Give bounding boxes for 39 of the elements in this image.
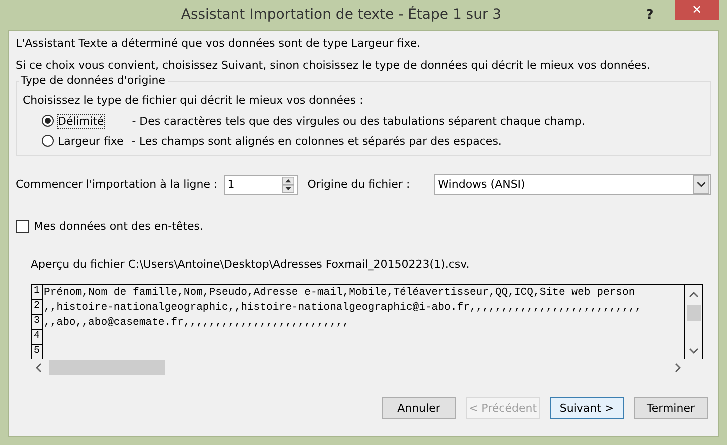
radio-button[interactable]	[42, 135, 54, 147]
window-title: Assistant Importation de texte - Étape 1 sur 3	[180, 7, 503, 23]
dropdown-caret-icon[interactable]	[693, 175, 710, 194]
group-title: Type de données d'origine	[19, 74, 168, 88]
scroll-right-icon[interactable]	[674, 362, 682, 372]
preview-label: Aperçu du fichier C:\Users\Antoine\Desktop\Adresses Foxmail_20150223(1).csv.	[31, 258, 471, 271]
help-button[interactable]: ?	[635, 8, 665, 22]
dialog-button[interactable]: Suivant >	[550, 397, 624, 419]
line-number: 3	[32, 315, 43, 330]
preview-line: Prénom,Nom de famille,Nom,Pseudo,Adresse e-mail,Mobile,Téléavertisseur,QQ,ICQ,Site web person	[43, 286, 636, 298]
scroll-left-icon[interactable]	[35, 362, 43, 372]
option-description: - Les champs sont alignés en colonnes et séparés par des espaces.	[132, 134, 502, 148]
option-description: - Des caractères tels que des virgules ou des tabulations séparent chaque champ.	[132, 114, 586, 128]
origin-label: Origine du fichier :	[308, 178, 410, 191]
group-prompt: Choisissez le type de fichier qui décrit le mieux vos données :	[23, 94, 364, 107]
start-row-label: Commencer l'importation à la ligne :	[16, 178, 218, 191]
line-number: 5	[32, 345, 43, 359]
close-button[interactable]: ✕	[675, 0, 719, 20]
intro-text: Si ce choix vous convient, choisissez Suivant, sinon choisissez le type de données qui décrit le mieux vos données.	[16, 59, 652, 73]
start-row-spinbox[interactable]: 1	[224, 174, 298, 194]
line-number: 1	[32, 285, 43, 300]
radio-label[interactable]: Délimité	[58, 114, 104, 128]
scroll-thumb[interactable]	[49, 360, 165, 375]
scroll-thumb[interactable]	[686, 305, 700, 321]
radio-button[interactable]	[42, 115, 54, 127]
intro-text: L'Assistant Texte a déterminé que vos données sont de type Largeur fixe.	[16, 37, 422, 51]
preview-line: ,,abo,,abo@casemate.fr,,,,,,,,,,,,,,,,,,,,,,,,,,	[43, 316, 350, 328]
line-number: 2	[32, 300, 43, 315]
checkbox-label[interactable]: Mes données ont des en-têtes.	[34, 220, 204, 233]
line-number: 4	[32, 330, 43, 345]
preview-line: ,,histoire-nationalgeographic,,histoire-nationalgeographic@i-abo.fr,,,,,,,,,,,,,,,,,,,,,,,,,,,	[43, 302, 642, 314]
checkbox[interactable]	[16, 220, 29, 233]
dialog-button[interactable]: Terminer	[634, 397, 708, 419]
radio-label[interactable]: Largeur fixe	[58, 134, 132, 148]
origin-dropdown[interactable]: Windows (ANSI)	[434, 174, 711, 195]
spin-arrows-icon[interactable]	[280, 176, 296, 192]
scroll-down-icon[interactable]	[688, 347, 698, 355]
scroll-up-icon[interactable]	[688, 291, 698, 299]
dialog-button[interactable]: Annuler	[382, 397, 456, 419]
